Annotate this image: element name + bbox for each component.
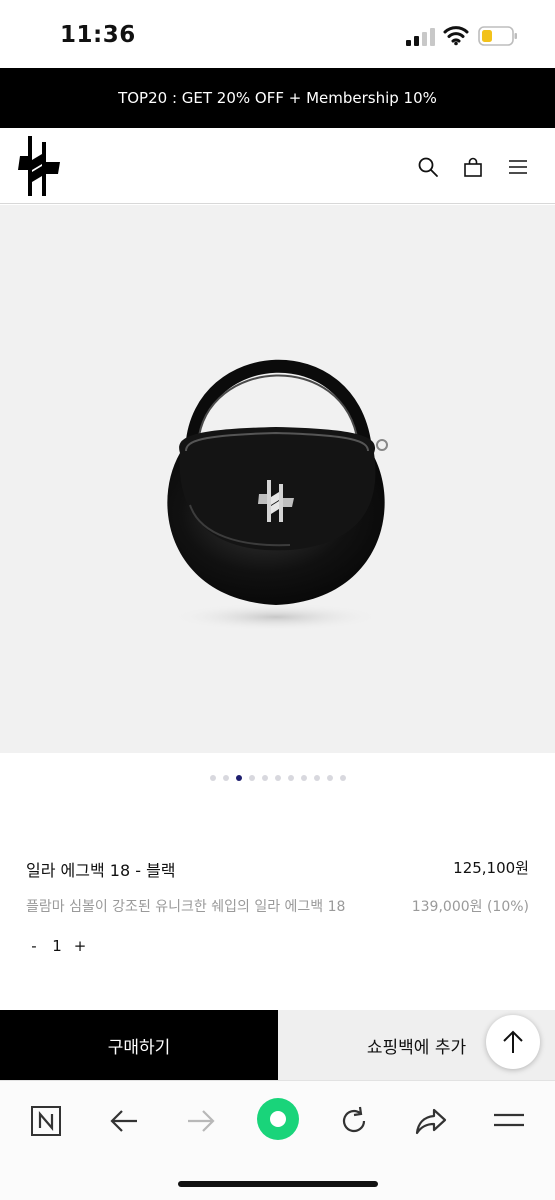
plasma-symbol-logo[interactable] [16, 136, 62, 196]
product-name: 일라 에그백 18 - 블랙 [26, 861, 176, 880]
add-to-cart-label: 쇼핑백에 추가 [366, 1037, 467, 1058]
cellular-signal-icon [406, 28, 435, 46]
black-handbag-photo [167, 359, 388, 631]
buy-now-button[interactable]: 구매하기 [0, 1010, 278, 1080]
home-indicator [178, 1181, 378, 1187]
promo-banner[interactable]: TOP20 : GET 20% OFF + Membership 10% [0, 68, 555, 128]
menu-icon[interactable] [489, 1101, 529, 1141]
gallery-pagination[interactable] [0, 772, 555, 784]
quantity-value: 1 [52, 937, 62, 955]
pagination-dot[interactable] [248, 775, 255, 781]
product-description: 플람마 심볼이 강조된 유니크한 쉐입의 일라 에그백 18 [26, 899, 346, 915]
shopping-bag-icon[interactable] [462, 156, 484, 178]
pagination-dot[interactable] [287, 775, 294, 781]
product-price: 125,100원 [453, 859, 529, 877]
pagination-dot[interactable] [261, 775, 268, 781]
status-bar: 11:36 [0, 0, 555, 68]
quantity-increase-button[interactable]: + [72, 937, 88, 955]
buy-now-label: 구매하기 [107, 1037, 171, 1058]
pagination-dot[interactable] [326, 775, 333, 781]
site-header [0, 128, 555, 204]
pagination-dot[interactable] [235, 775, 242, 781]
forward-arrow-icon[interactable] [181, 1101, 221, 1141]
pagination-dot[interactable] [222, 775, 229, 781]
quantity-decrease-button[interactable]: - [26, 937, 42, 955]
product-image[interactable] [0, 205, 555, 753]
refresh-icon[interactable] [334, 1101, 374, 1141]
naver-n-icon[interactable] [26, 1101, 66, 1141]
arrow-up-icon [503, 1030, 523, 1053]
menu-icon[interactable] [507, 156, 529, 178]
pagination-dot[interactable] [300, 775, 307, 781]
pagination-dot[interactable] [339, 775, 346, 781]
share-icon[interactable] [411, 1101, 451, 1141]
original-price: 139,000원 (10%) [411, 899, 529, 915]
pagination-dot[interactable] [313, 775, 320, 781]
quantity-stepper: - 1 + [26, 937, 88, 955]
back-arrow-icon[interactable] [104, 1101, 144, 1141]
pagination-dot[interactable] [274, 775, 281, 781]
wifi-icon [443, 26, 469, 46]
status-time: 11:36 [60, 22, 136, 48]
search-icon[interactable] [417, 156, 439, 178]
green-dot-icon[interactable] [256, 1097, 300, 1141]
battery-low-icon [478, 26, 517, 46]
promo-text: TOP20 : GET 20% OFF + Membership 10% [118, 89, 437, 107]
scroll-to-top-button[interactable] [486, 1015, 540, 1069]
pagination-dot[interactable] [209, 775, 216, 781]
